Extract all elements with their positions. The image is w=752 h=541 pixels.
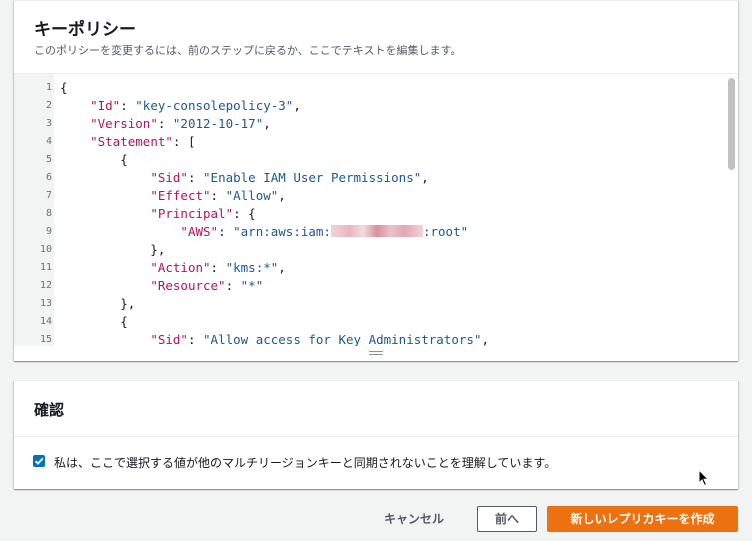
json-string: "Allow access for Key Administrators" (203, 332, 482, 346)
json-punctuation: : (120, 98, 136, 113)
json-key: "Statement" (90, 134, 173, 149)
previous-button[interactable]: 前へ (477, 506, 537, 532)
json-punctuation: , (278, 260, 286, 275)
code-line[interactable]: "Action": "kms:*", (60, 259, 286, 277)
code-line[interactable]: }, (60, 295, 135, 313)
json-punctuation: : (187, 332, 204, 346)
json-punctuation: { (60, 152, 128, 167)
line-number: 3 (45, 118, 52, 129)
key-policy-description: このポリシーを変更するには、前のステップに戻るか、ここでテキストを編集します。 (34, 44, 462, 57)
json-string: :root" (422, 224, 469, 239)
code-line[interactable]: }, (60, 241, 165, 259)
create-replica-key-button[interactable]: 新しいレプリカキーを作成 (547, 506, 738, 532)
json-punctuation: : (210, 260, 226, 275)
code-line[interactable]: "Statement": [ (60, 133, 195, 151)
json-punctuation: : (187, 170, 204, 185)
code-line[interactable]: { (60, 313, 128, 331)
line-number: 10 (39, 244, 52, 255)
json-punctuation (60, 260, 150, 275)
redacted-account-id (330, 225, 423, 237)
json-punctuation: , (481, 332, 489, 346)
line-number: 1 (45, 82, 52, 93)
json-key: "Version" (90, 116, 158, 131)
line-number: 15 (39, 334, 52, 345)
json-punctuation (60, 224, 180, 239)
json-punctuation (60, 170, 150, 185)
json-punctuation: { (60, 80, 68, 95)
check-icon (34, 457, 44, 465)
code-line[interactable]: "Sid": "Enable IAM User Permissions", (60, 169, 429, 187)
json-punctuation: , (263, 116, 271, 131)
json-key: "Sid" (150, 332, 188, 346)
json-key: "Resource" (150, 278, 226, 293)
json-punctuation: }, (60, 242, 166, 257)
resize-grip-icon[interactable] (369, 349, 383, 357)
line-number: 5 (45, 154, 52, 165)
code-line[interactable]: "Principal": { (60, 205, 256, 223)
json-string: "key-consolepolicy-3" (135, 98, 294, 113)
code-line[interactable]: "Id": "key-consolepolicy-3", (60, 97, 301, 115)
json-punctuation: : (157, 116, 173, 131)
policy-code-editor[interactable]: 1 2 3 4 5 6 7 8 9 10 11 12 13 14 15 { "Id": "key-conso… (14, 73, 738, 346)
json-punctuation: }, (60, 296, 136, 311)
json-punctuation: : (225, 278, 241, 293)
json-string: "arn:aws:iam: (233, 224, 331, 239)
json-punctuation (60, 134, 90, 149)
editor-scrollbar-thumb[interactable] (728, 78, 735, 170)
json-punctuation: : [ (172, 134, 196, 149)
json-string: "2012-10-17" (172, 116, 264, 131)
json-key: "AWS" (180, 224, 219, 239)
json-key: "Effect" (150, 188, 211, 203)
json-punctuation (60, 332, 150, 346)
code-line[interactable]: "Effect": "Allow", (60, 187, 286, 205)
json-punctuation: : (210, 188, 226, 203)
acknowledge-checkbox[interactable] (33, 455, 45, 467)
json-punctuation (60, 188, 150, 203)
code-line[interactable]: "Resource": "*" (60, 277, 263, 295)
mouse-pointer-icon (698, 469, 710, 487)
json-punctuation (60, 278, 150, 293)
editor-scrollbar[interactable] (724, 74, 738, 346)
line-number: 4 (45, 136, 52, 147)
key-policy-title: キーポリシー (34, 20, 136, 40)
json-punctuation: , (278, 188, 286, 203)
confirm-header: 確認 (14, 381, 738, 437)
json-punctuation: : { (233, 206, 256, 221)
line-number: 14 (39, 316, 52, 327)
json-punctuation: { (60, 314, 128, 329)
json-key: "Id" (90, 98, 121, 113)
acknowledge-label[interactable]: 私は、ここで選択する値が他のマルチリージョンキーと同期されないことを理解していま… (54, 454, 556, 471)
key-policy-panel: キーポリシー このポリシーを変更するには、前のステップに戻るか、ここでテキストを… (14, 0, 738, 361)
json-key: "Sid" (150, 170, 188, 185)
code-line[interactable]: "Sid": "Allow access for Key Administrat… (60, 331, 489, 346)
json-punctuation: : (218, 224, 234, 239)
json-punctuation: , (293, 98, 301, 113)
line-number: 13 (39, 298, 52, 309)
code-line[interactable]: { (60, 151, 128, 169)
line-number: 8 (45, 208, 52, 219)
code-line[interactable]: { (60, 79, 68, 97)
confirm-title: 確認 (34, 401, 65, 419)
cancel-button[interactable]: キャンセル (372, 507, 456, 531)
confirm-panel: 確認 私は、ここで選択する値が他のマルチリージョンキーと同期されないことを理解し… (14, 380, 738, 489)
line-number: 12 (39, 280, 52, 291)
json-punctuation (60, 98, 90, 113)
json-punctuation: , (421, 170, 429, 185)
line-number: 9 (45, 226, 52, 237)
json-punctuation (60, 116, 90, 131)
json-punctuation (60, 206, 150, 221)
json-key: "Principal" (150, 206, 234, 221)
json-key: "Action" (150, 260, 211, 275)
line-number: 7 (45, 190, 52, 201)
json-string: "Allow" (225, 188, 279, 203)
line-number: 2 (45, 100, 52, 111)
line-number: 11 (39, 262, 52, 273)
code-line[interactable]: "Version": "2012-10-17", (60, 115, 271, 133)
line-number: 6 (45, 172, 52, 183)
json-string: "*" (240, 278, 264, 293)
json-string: "kms:*" (225, 260, 279, 275)
json-string: "Enable IAM User Permissions" (203, 170, 422, 185)
code-line[interactable]: "AWS": "arn:aws:iam: :root" (60, 223, 468, 241)
line-number-gutter: 1 2 3 4 5 6 7 8 9 10 11 12 13 14 15 (14, 74, 54, 346)
